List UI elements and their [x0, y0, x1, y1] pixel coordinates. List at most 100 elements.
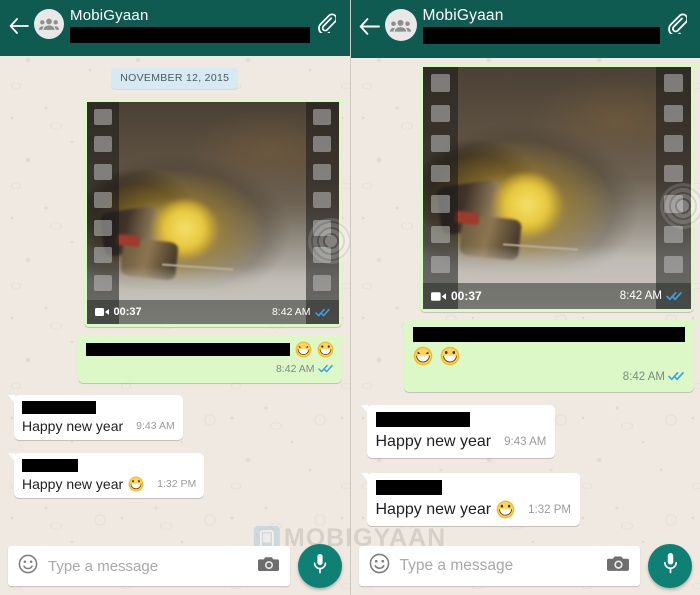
- video-footer: 00:37 8:42 AM: [86, 300, 339, 324]
- voice-record-button[interactable]: [648, 544, 692, 588]
- sender-name-redacted: [375, 480, 442, 495]
- message-list[interactable]: NOVEMBER 12, 2015 A BLAST J: [0, 56, 350, 537]
- incoming-message-line: Happy new year 9:43 AM: [22, 417, 175, 435]
- smiley-icon[interactable]: [369, 553, 390, 579]
- incoming-message-bubble[interactable]: Happy new year 1:32 PM: [7, 453, 205, 498]
- film-strip-left: [86, 102, 120, 324]
- chat-title-wrap[interactable]: MobiGyaan: [70, 6, 310, 43]
- screenshot-comparison: MobiGyaan NOVEMBER 12, 2015 00:37 8:42 A…: [0, 0, 700, 595]
- message-row-incoming-1[interactable]: Happy new year 9:43 AM: [0, 395, 350, 440]
- touch-ripple-indicator: [307, 217, 350, 264]
- read-receipt-icon: [668, 368, 685, 386]
- back-arrow-icon[interactable]: [357, 6, 383, 46]
- message-text: Happy new year: [22, 418, 124, 434]
- video-thumbnail[interactable]: A BLAST JU: [423, 67, 691, 309]
- message-row-video[interactable]: A BLAST JU: [351, 64, 700, 312]
- composer-bar: Type a message: [351, 537, 700, 595]
- read-receipt-icon: [666, 291, 683, 301]
- group-avatar-icon[interactable]: [34, 9, 64, 39]
- incoming-message-bubble[interactable]: Happy new year 9:43 AM: [360, 405, 556, 458]
- message-row-video[interactable]: A BLAST JU: [0, 99, 350, 327]
- video-frame: A BLAST JU: [86, 102, 339, 324]
- grinning-face-emoji: [413, 346, 433, 366]
- touch-ripple-indicator: [660, 183, 700, 230]
- chat-title: MobiGyaan: [422, 7, 504, 24]
- sender-name-redacted: [375, 412, 470, 427]
- message-row-emoji[interactable]: 8:42 AM: [351, 320, 700, 392]
- message-text: Happy new year: [22, 476, 124, 492]
- emoji-message-meta: 8:42 AM: [86, 360, 334, 378]
- message-list[interactable]: A BLAST JU: [351, 58, 700, 537]
- message-timestamp: 9:43 AM: [504, 435, 547, 448]
- sender-name-redacted: [22, 401, 96, 414]
- back-arrow-icon[interactable]: [6, 6, 32, 46]
- date-divider: NOVEMBER 12, 2015: [0, 68, 350, 89]
- camera-icon[interactable]: [607, 554, 630, 578]
- whatsapp-screen-zoomed: MobiGyaan 00:37 8:42 AM 8:42 AM Happy ne…: [349, 0, 700, 595]
- voice-record-button[interactable]: [297, 544, 342, 588]
- header-redacted-subtitle: [70, 27, 310, 43]
- paperclip-icon[interactable]: [664, 6, 690, 40]
- incoming-message-line: Happy new year 1:32 PM: [376, 499, 571, 520]
- sender-name-redacted: [22, 459, 78, 472]
- chat-title: MobiGyaan: [70, 7, 149, 24]
- message-input-box[interactable]: Type a message: [358, 546, 640, 586]
- message-text: Happy new year: [375, 501, 492, 518]
- message-row-incoming-2[interactable]: Happy new year 1:32 PM: [0, 453, 350, 498]
- microphone-icon: [662, 552, 679, 580]
- read-receipt-icon: [314, 308, 331, 317]
- composer-bar: Type a message: [0, 537, 350, 595]
- video-message-bubble[interactable]: A BLAST JU: [83, 99, 350, 327]
- emoji-message-line: [413, 346, 685, 366]
- message-row-incoming-1[interactable]: Happy new year 9:43 AM: [351, 405, 700, 458]
- video-duration: 00:37: [94, 307, 142, 318]
- message-redacted-text: [85, 343, 290, 356]
- grinning-face-emoji: [295, 341, 312, 358]
- incoming-message-line: Happy new year 9:43 AM: [376, 431, 547, 452]
- message-timestamp: 8:42 AM: [275, 363, 315, 375]
- search-input[interactable]: Type a message: [48, 558, 248, 575]
- chat-header: MobiGyaan: [0, 0, 350, 56]
- smiley-icon[interactable]: [18, 554, 38, 579]
- search-input[interactable]: Type a message: [400, 557, 598, 575]
- message-row-emoji[interactable]: 8:42 AM: [0, 335, 350, 383]
- video-duration: 00:37: [431, 290, 482, 302]
- message-row-incoming-2[interactable]: Happy new year 1:32 PM: [351, 473, 700, 526]
- incoming-message-bubble[interactable]: Happy new year 1:32 PM: [360, 473, 580, 526]
- group-avatar-icon[interactable]: [384, 9, 417, 41]
- video-camera-icon: [431, 291, 446, 302]
- chat-header: MobiGyaan: [350, 0, 700, 58]
- message-timestamp: 9:43 AM: [136, 420, 175, 432]
- camera-icon[interactable]: [257, 555, 280, 578]
- video-frame: A BLAST JU: [423, 67, 691, 309]
- film-strip-right: [305, 102, 339, 324]
- whatsapp-screen-normal: MobiGyaan NOVEMBER 12, 2015 00:37 8:42 A…: [0, 0, 350, 595]
- paperclip-icon[interactable]: [314, 6, 340, 40]
- message-text: Happy new year: [375, 433, 492, 450]
- emoji-message-bubble[interactable]: 8:42 AM: [404, 320, 700, 392]
- message-timestamp: 1:32 PM: [157, 478, 197, 490]
- video-meta: 8:42 AM: [620, 290, 683, 302]
- incoming-message-bubble[interactable]: Happy new year 9:43 AM: [8, 395, 183, 440]
- emoji-message-bubble[interactable]: 8:42 AM: [77, 335, 348, 383]
- message-redacted-text: [413, 327, 685, 342]
- chat-title-wrap[interactable]: MobiGyaan: [422, 6, 660, 44]
- video-footer: 00:37 8:42 AM: [423, 283, 691, 309]
- message-timestamp: 1:32 PM: [528, 503, 571, 516]
- film-strip-left: [423, 67, 458, 309]
- video-meta: 8:42 AM: [272, 307, 331, 317]
- video-camera-icon: [94, 307, 109, 317]
- microphone-icon: [312, 553, 328, 580]
- grinning-face-emoji: [440, 346, 460, 366]
- video-message-bubble[interactable]: A BLAST JU: [420, 64, 700, 312]
- message-input-box[interactable]: Type a message: [8, 546, 290, 586]
- grinning-face-emoji: [128, 476, 144, 492]
- header-redacted-subtitle: [422, 27, 660, 44]
- emoji-message-line: [85, 341, 334, 358]
- read-receipt-icon: [317, 360, 334, 378]
- incoming-message-line: Happy new year 1:32 PM: [22, 475, 196, 493]
- date-divider-label: NOVEMBER 12, 2015: [111, 68, 239, 89]
- emoji-message-meta: 8:42 AM: [413, 368, 685, 386]
- video-thumbnail[interactable]: A BLAST JU: [86, 102, 339, 324]
- grinning-face-emoji: [317, 341, 334, 358]
